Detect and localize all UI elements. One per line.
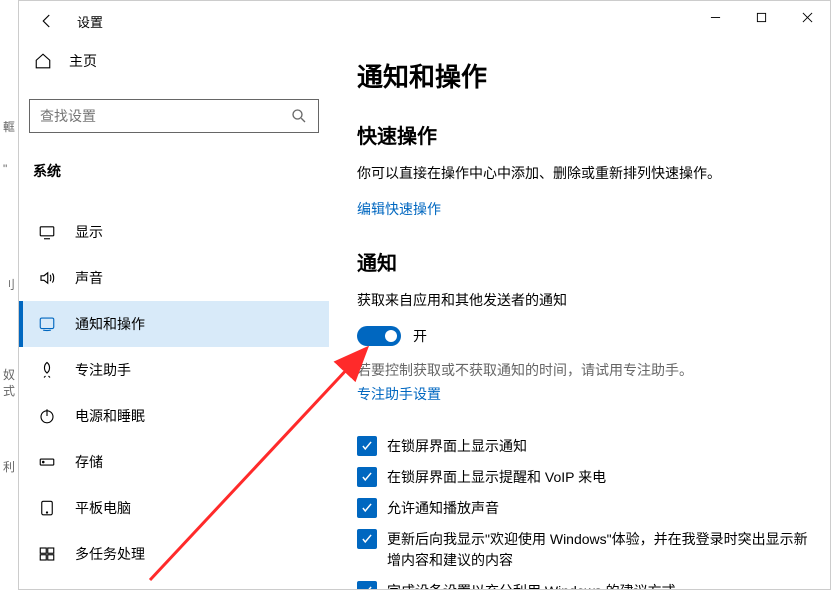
checkbox[interactable] [357, 436, 377, 456]
focus-assist-icon [37, 360, 57, 380]
sidebar-nav: 显示 声音 通知和操作 专注助手 电源和睡眠 [19, 209, 329, 577]
checkbox-label: 更新后向我显示"欢迎使用 Windows"体验，并在我登录时突出显示新增内容和建… [387, 529, 810, 571]
back-button[interactable] [31, 5, 63, 37]
settings-window: 设置 主页 [18, 0, 831, 590]
storage-icon [37, 452, 57, 472]
checkbox-label: 在锁屏界面上显示通知 [387, 436, 527, 457]
sidebar-item-label: 专注助手 [75, 360, 131, 380]
search-container [19, 79, 329, 143]
window-controls [692, 1, 830, 33]
sidebar-item-display[interactable]: 显示 [19, 209, 329, 255]
search-icon [290, 107, 308, 125]
notifications-toggle-label: 开 [413, 326, 427, 346]
sidebar-section-label: 系统 [19, 143, 329, 191]
sidebar-item-notifications[interactable]: 通知和操作 [19, 301, 329, 347]
sidebar-item-label: 显示 [75, 222, 103, 242]
sidebar-item-power-sleep[interactable]: 电源和睡眠 [19, 393, 329, 439]
page-title: 通知和操作 [357, 57, 810, 94]
titlebar: 设置 [19, 1, 830, 41]
sidebar-item-label: 存储 [75, 452, 103, 472]
sidebar-item-sound[interactable]: 声音 [19, 255, 329, 301]
sidebar-item-multitasking[interactable]: 多任务处理 [19, 531, 329, 577]
close-button[interactable] [784, 1, 830, 33]
window-body: 主页 系统 显示 声音 [19, 41, 830, 589]
sidebar-item-label: 电源和睡眠 [75, 406, 145, 426]
minimize-button[interactable] [692, 1, 738, 33]
notifications-toggle-row: 开 [357, 326, 810, 346]
checkbox[interactable] [357, 581, 377, 589]
check-lockscreen-reminders: 在锁屏界面上显示提醒和 VoIP 来电 [357, 467, 810, 488]
focus-assist-link[interactable]: 专注助手设置 [357, 384, 810, 404]
window-title: 设置 [77, 12, 103, 31]
search-box[interactable] [29, 99, 319, 133]
gutter-fragments: 軭 " 刂 奴 式 利 [0, 0, 18, 590]
sidebar-home[interactable]: 主页 [19, 43, 329, 79]
sidebar-item-label: 声音 [75, 268, 103, 288]
notifications-icon [37, 314, 57, 334]
checkbox[interactable] [357, 467, 377, 487]
notifications-heading: 通知 [357, 247, 810, 276]
sidebar-item-focus-assist[interactable]: 专注助手 [19, 347, 329, 393]
check-notification-sounds: 允许通知播放声音 [357, 498, 810, 519]
checkbox[interactable] [357, 498, 377, 518]
sidebar-item-label: 多任务处理 [75, 544, 145, 564]
check-welcome-experience: 更新后向我显示"欢迎使用 Windows"体验，并在我登录时突出显示新增内容和建… [357, 529, 810, 571]
notifications-toggle[interactable] [357, 326, 401, 346]
sidebar-item-label: 通知和操作 [75, 314, 145, 334]
check-lockscreen-notifications: 在锁屏界面上显示通知 [357, 436, 810, 457]
content-pane: 通知和操作 快速操作 你可以直接在操作中心中添加、删除或重新排列快速操作。 编辑… [337, 41, 830, 589]
sidebar-item-storage[interactable]: 存储 [19, 439, 329, 485]
search-input[interactable] [40, 108, 290, 124]
quick-actions-desc: 你可以直接在操作中心中添加、删除或重新排列快速操作。 [357, 163, 810, 183]
edit-quick-actions-link[interactable]: 编辑快速操作 [357, 199, 810, 219]
display-icon [37, 222, 57, 242]
sidebar: 主页 系统 显示 声音 [19, 41, 337, 589]
maximize-button[interactable] [738, 1, 784, 33]
multitasking-icon [37, 544, 57, 564]
focus-assist-hint: 若要控制获取或不获取通知的时间，请试用专注助手。 [357, 360, 810, 380]
home-icon [33, 51, 53, 71]
sidebar-item-label: 平板电脑 [75, 498, 131, 518]
tablet-icon [37, 498, 57, 518]
check-finish-setup: 完成设备设置以充分利用 Windows 的建议方式 [357, 581, 810, 589]
power-icon [37, 406, 57, 426]
checkbox-label: 完成设备设置以充分利用 Windows 的建议方式 [387, 581, 676, 589]
checkbox[interactable] [357, 529, 377, 549]
sidebar-home-label: 主页 [69, 51, 97, 71]
checkbox-label: 在锁屏界面上显示提醒和 VoIP 来电 [387, 467, 606, 488]
sound-icon [37, 268, 57, 288]
notifications-desc: 获取来自应用和其他发送者的通知 [357, 290, 810, 310]
notification-checkbox-list: 在锁屏界面上显示通知 在锁屏界面上显示提醒和 VoIP 来电 允许通知播放声音 … [357, 436, 810, 589]
checkbox-label: 允许通知播放声音 [387, 498, 499, 519]
quick-actions-heading: 快速操作 [357, 120, 810, 149]
sidebar-item-tablet[interactable]: 平板电脑 [19, 485, 329, 531]
